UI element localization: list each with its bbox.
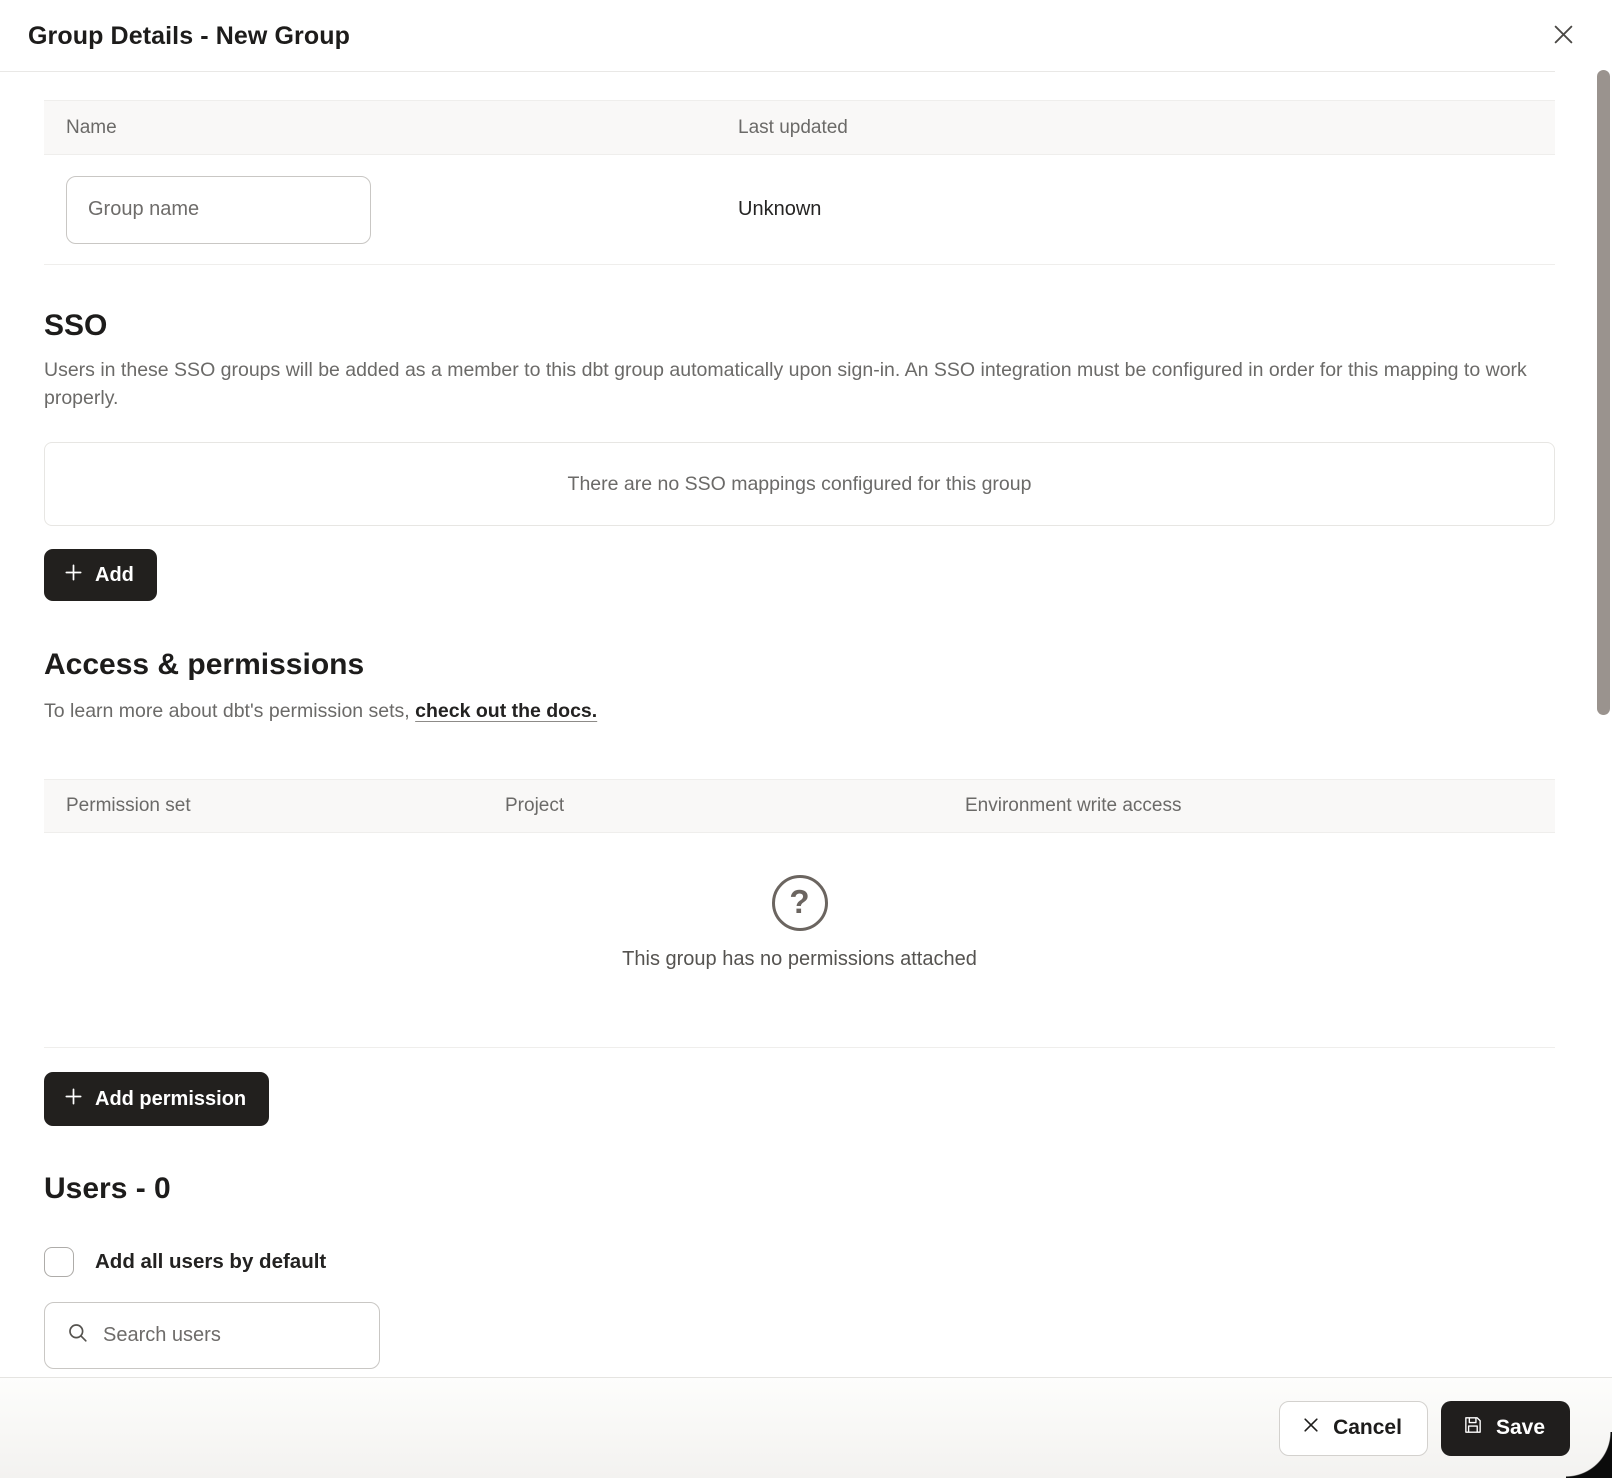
sso-empty-message: There are no SSO mappings configured for… bbox=[568, 473, 1032, 496]
group-name-row: Unknown bbox=[44, 155, 1555, 265]
permissions-table-header: Permission set Project Environment write… bbox=[44, 779, 1555, 833]
cancel-button[interactable]: Cancel bbox=[1279, 1401, 1428, 1456]
sso-empty-state: There are no SSO mappings configured for… bbox=[44, 442, 1555, 526]
column-header-project: Project bbox=[483, 795, 943, 817]
search-icon bbox=[66, 1321, 90, 1350]
add-all-users-label: Add all users by default bbox=[95, 1250, 326, 1274]
permissions-heading: Access & permissions bbox=[44, 648, 1555, 682]
column-header-last-updated: Last updated bbox=[716, 117, 1555, 139]
column-header-name: Name bbox=[44, 117, 716, 139]
add-sso-mapping-label: Add bbox=[95, 564, 134, 587]
group-name-table-header: Name Last updated bbox=[44, 100, 1555, 155]
modal-content: Name Last updated Unknown SSO Users in t… bbox=[44, 72, 1555, 1369]
save-button[interactable]: Save bbox=[1441, 1401, 1570, 1456]
scrollbar-thumb[interactable] bbox=[1597, 70, 1610, 715]
add-permission-button[interactable]: Add permission bbox=[44, 1072, 269, 1126]
add-all-users-checkbox[interactable] bbox=[44, 1247, 74, 1277]
users-heading: Users - 0 bbox=[44, 1172, 1555, 1206]
plus-icon bbox=[63, 562, 84, 589]
modal-footer: Cancel Save bbox=[0, 1377, 1612, 1478]
save-floppy-icon bbox=[1462, 1414, 1484, 1442]
search-users-input[interactable] bbox=[103, 1324, 368, 1347]
close-button[interactable] bbox=[1546, 19, 1580, 53]
save-label: Save bbox=[1496, 1416, 1545, 1440]
add-permission-label: Add permission bbox=[95, 1088, 246, 1111]
help-circle-icon: ? bbox=[772, 875, 828, 931]
search-users-box bbox=[44, 1302, 380, 1369]
group-name-input[interactable] bbox=[66, 176, 371, 244]
column-header-permission-set: Permission set bbox=[44, 795, 483, 817]
add-sso-mapping-button[interactable]: Add bbox=[44, 549, 157, 601]
permissions-empty-state: ? This group has no permissions attached bbox=[44, 833, 1555, 1048]
close-icon bbox=[1550, 21, 1577, 51]
plus-icon bbox=[63, 1086, 84, 1113]
modal-header: Group Details - New Group bbox=[0, 0, 1612, 72]
permissions-description-text: To learn more about dbt's permission set… bbox=[44, 700, 415, 722]
last-updated-value: Unknown bbox=[716, 198, 1555, 221]
cancel-x-icon bbox=[1301, 1415, 1321, 1441]
column-header-environment-write-access: Environment write access bbox=[943, 795, 1555, 817]
permissions-empty-message: This group has no permissions attached bbox=[622, 948, 977, 971]
docs-link[interactable]: check out the docs. bbox=[415, 700, 597, 722]
page-title: Group Details - New Group bbox=[28, 22, 350, 51]
sso-heading: SSO bbox=[44, 309, 1555, 343]
permissions-description: To learn more about dbt's permission set… bbox=[44, 700, 1555, 723]
add-all-users-row: Add all users by default bbox=[44, 1247, 1555, 1277]
sso-description: Users in these SSO groups will be added … bbox=[44, 356, 1544, 412]
cancel-label: Cancel bbox=[1333, 1416, 1402, 1440]
